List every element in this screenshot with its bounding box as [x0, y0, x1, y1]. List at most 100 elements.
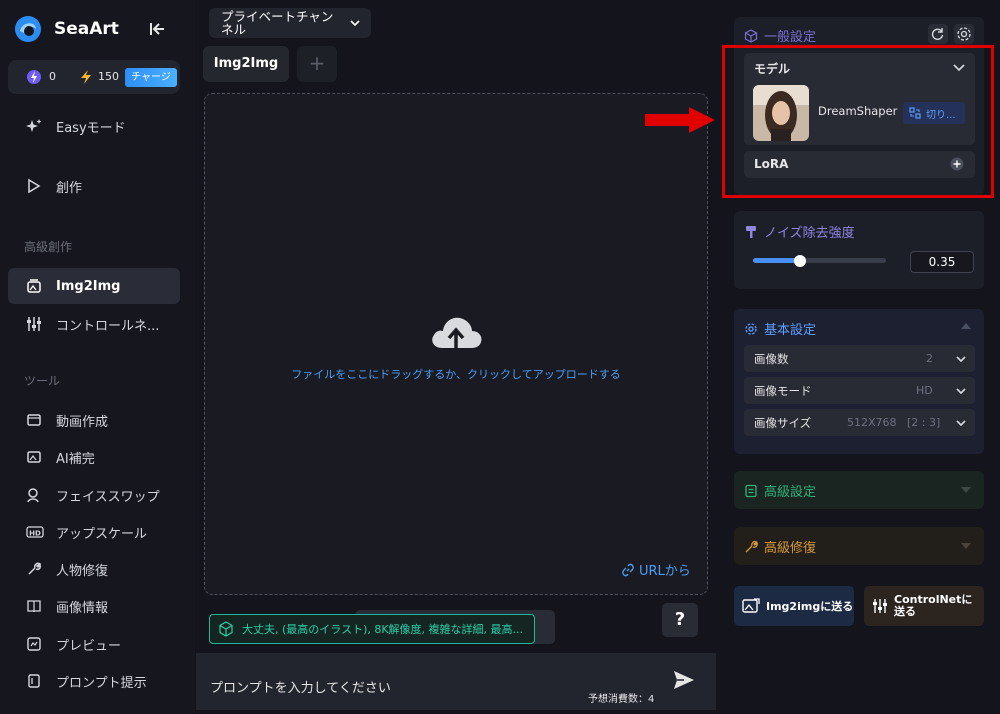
film-icon — [26, 412, 42, 428]
url-link-label: URLから — [639, 564, 691, 579]
chevron-down-icon — [955, 385, 967, 397]
chevron-down-icon — [955, 353, 967, 365]
hd-icon: HD — [26, 524, 44, 540]
nav-img2img-label: Img2Img — [56, 278, 121, 294]
sidebar: SeaArt 0 150 チャージ Easyモード 創作 高級創作 Img2Im… — [0, 0, 195, 714]
send-icon[interactable] — [672, 669, 696, 691]
gear-icon[interactable] — [954, 24, 974, 44]
chevron-down-icon[interactable] — [960, 484, 972, 496]
brush-icon — [746, 225, 756, 238]
credit-box: 0 150 チャージ — [8, 60, 180, 94]
section-tools: ツール — [24, 374, 61, 388]
gear-icon — [745, 322, 757, 335]
nav-image-info[interactable]: 画像情報 — [8, 588, 180, 624]
face-swap-icon — [26, 487, 42, 503]
denoise-label: ノイズ除去強度 — [764, 226, 855, 241]
nav-controlnet-label: コントロールネ... — [56, 318, 160, 334]
advanced-settings-title: 高級設定 — [744, 481, 816, 500]
prompt-icon — [26, 673, 42, 689]
basic-settings-label: 基本設定 — [764, 323, 817, 338]
nav-tool-label: 動画作成 — [56, 414, 109, 430]
prompt-input[interactable]: プロンプトを入力してください — [210, 677, 391, 696]
row-label: 画像数 — [754, 351, 789, 366]
nav-ai-complete[interactable]: AI補完 — [8, 439, 180, 475]
nav-img2img[interactable]: Img2Img — [8, 268, 180, 304]
advanced-repair-title: 高級修復 — [744, 537, 816, 556]
sliders-icon — [873, 599, 887, 613]
chevron-down-icon — [349, 17, 361, 29]
nav-person-repair[interactable]: 人物修復 — [8, 551, 180, 587]
nav-tool-label: 画像情報 — [56, 600, 109, 616]
row-value: 512X768 [2 : 3] — [847, 416, 941, 429]
image-mode-select[interactable]: 画像モード HD — [744, 377, 975, 404]
book-icon — [26, 598, 42, 614]
send-img2img-label: Img2imgに送る — [766, 600, 854, 613]
image-send-icon — [742, 598, 760, 613]
nav-create[interactable]: 創作 — [8, 168, 180, 204]
bolt-count: 150 — [98, 70, 119, 83]
row-label: 画像サイズ — [754, 415, 812, 430]
sparkle-icon — [26, 118, 42, 134]
nav-tool-label: 人物修復 — [56, 563, 109, 579]
play-icon — [26, 178, 42, 194]
nav-face-swap[interactable]: フェイススワップ — [8, 477, 180, 513]
nav-video-creation[interactable]: 動画作成 — [8, 402, 180, 438]
send-controlnet-label: ControlNetに送る — [894, 593, 973, 618]
nav-controlnet[interactable]: コントロールネ... — [8, 306, 180, 342]
chevron-down-icon[interactable] — [960, 540, 972, 552]
nav-tool-label: プロンプト提示 — [56, 675, 147, 691]
link-icon — [622, 563, 634, 576]
preview-icon — [26, 636, 42, 652]
cloud-upload-icon — [428, 310, 484, 354]
image-stack-icon — [26, 278, 42, 294]
estimated-cost: 予想消費数：4 — [588, 694, 655, 705]
send-to-img2img-button[interactable]: Img2imgに送る — [734, 586, 854, 626]
nav-upscale[interactable]: HD アップスケール — [8, 514, 180, 550]
seaart-logo-icon[interactable] — [14, 15, 42, 43]
upload-instructions[interactable]: ファイルをここにドラッグするか、クリックしてアップロードする — [204, 366, 708, 382]
advanced-repair-label: 高級修復 — [764, 541, 817, 556]
app-name: SeaArt — [54, 19, 119, 39]
tab-img2img[interactable]: Img2Img — [203, 46, 289, 82]
nav-tool-label: アップスケール — [56, 526, 148, 542]
basic-settings-title[interactable]: 基本設定 — [744, 319, 816, 338]
row-value: HD — [916, 384, 933, 397]
denoise-value-input[interactable]: 0.35 — [910, 251, 974, 273]
prompt-suggestion-chip[interactable]: 大丈夫, (最高のイラスト), 8K解像度, 複雑な詳細, 最高... — [209, 614, 535, 644]
nav-easy-mode[interactable]: Easyモード — [8, 108, 180, 144]
advanced-settings-label: 高級設定 — [764, 485, 817, 500]
nav-preview[interactable]: プレビュー — [8, 626, 180, 662]
chevron-up-icon[interactable] — [960, 320, 972, 332]
wrench-icon — [26, 561, 42, 577]
nav-tool-label: プレビュー — [56, 638, 122, 654]
repair-icon — [745, 540, 758, 552]
denoise-slider-fill — [753, 258, 800, 263]
channel-label: プライベートチャンネル — [221, 9, 334, 37]
general-settings-label: 一般設定 — [764, 30, 817, 45]
nav-tool-label: フェイススワップ — [56, 489, 160, 505]
denoise-slider-handle[interactable] — [793, 255, 806, 267]
image-edit-icon — [26, 449, 42, 465]
row-value: 2 — [926, 352, 933, 365]
nav-easy-label: Easyモード — [56, 120, 126, 136]
charge-button[interactable]: チャージ — [125, 68, 177, 87]
section-advanced-creation: 高級創作 — [24, 240, 73, 254]
energy-count: 0 — [49, 70, 56, 83]
collapse-sidebar-icon[interactable] — [148, 20, 166, 38]
refresh-icon[interactable] — [928, 24, 948, 44]
row-label: 画像モード — [754, 383, 812, 398]
cube-icon — [744, 28, 758, 43]
image-count-select[interactable]: 画像数 2 — [744, 345, 975, 372]
chevron-down-icon — [955, 417, 967, 429]
nav-create-label: 創作 — [56, 180, 83, 196]
url-upload-link[interactable]: URLから — [621, 560, 691, 579]
add-tab-button[interactable]: + — [297, 46, 337, 82]
image-size-select[interactable]: 画像サイズ 512X768 [2 : 3] — [744, 409, 975, 436]
nav-tool-label: AI補完 — [56, 451, 95, 467]
nav-prompt-hints[interactable]: プロンプト提示 — [8, 663, 180, 699]
channel-select[interactable]: プライベートチャンネル — [209, 8, 371, 38]
sliders-icon — [26, 316, 42, 332]
red-arrow-icon — [645, 107, 715, 133]
send-to-controlnet-button[interactable]: ControlNetに送る — [864, 586, 984, 626]
help-button[interactable]: ? — [662, 603, 698, 637]
